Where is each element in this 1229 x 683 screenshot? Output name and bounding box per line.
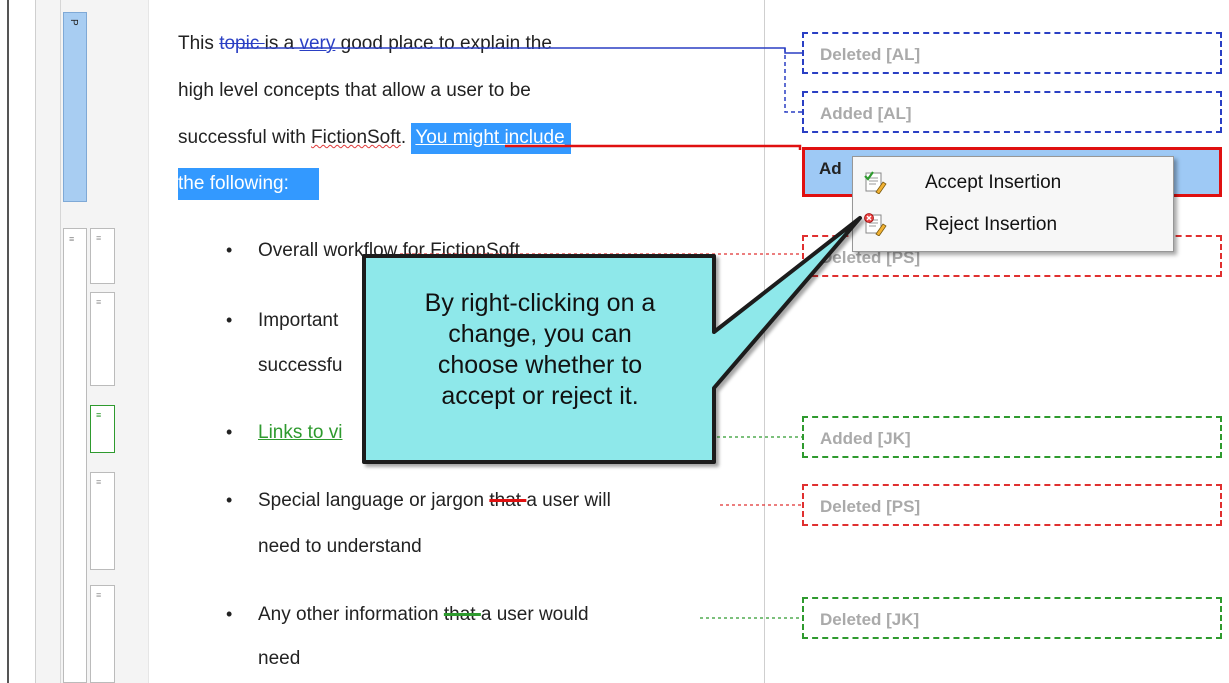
callout-text: By right-clicking on a change, you can c… xyxy=(424,289,656,410)
review-window: P ≡ ≡ ≡ ≡ ≡ ≡ This topic is a very good … xyxy=(0,0,1229,683)
